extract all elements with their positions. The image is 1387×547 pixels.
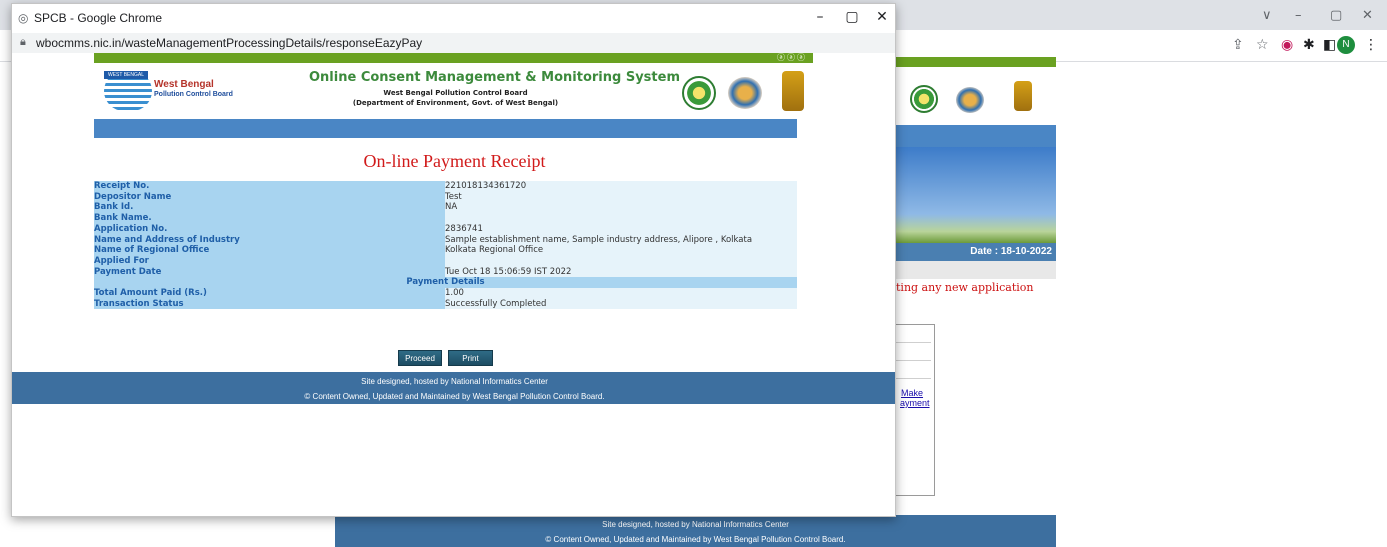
row-label: Receipt No. (94, 181, 445, 192)
puzzle-icon[interactable]: ✱ (1303, 37, 1315, 53)
row-value: 1.00 (445, 288, 797, 299)
popup-url-text[interactable]: wbocmms.nic.in/wasteManagementProcessing… (36, 36, 422, 50)
restore-button[interactable]: ▢ (1330, 8, 1342, 23)
menu-icon[interactable]: ⋮ (1364, 37, 1378, 53)
table-row: Receipt No. 221018134361720 (94, 181, 797, 192)
row-value: NA (445, 202, 797, 214)
footer-line-2: © Content Owned, Updated and Maintained … (545, 535, 846, 544)
national-emblem-icon (782, 71, 804, 111)
table-row: Transaction Status Successfully Completed (94, 298, 797, 310)
proceed-button[interactable]: Proceed (398, 350, 442, 366)
tab-search-chevron-icon[interactable]: ∨ (1262, 8, 1272, 23)
popup-restore-button[interactable]: ▢ (844, 9, 860, 25)
background-gray-bar (896, 261, 1056, 279)
row-label: Total Amount Paid (Rs.) (94, 288, 445, 299)
popup-footer: Site designed, hosted by National Inform… (12, 372, 895, 404)
desktop: ∨ – ▢ ✕ ⇪ ☆ ◉ ✱ ◧ N ⋮ Date : 18-10-2022 … (0, 0, 1387, 547)
row-label: Name and Address of Industry (94, 234, 445, 246)
row-value: Tue Oct 18 15:06:59 IST 2022 (445, 266, 797, 278)
table-row (896, 361, 931, 379)
receipt-table: Receipt No. 221018134361720 Depositor Nam… (94, 181, 797, 310)
row-label: Name of Regional Office (94, 245, 445, 256)
header-blue-bar (94, 119, 797, 138)
header-green-stripe: ⓐⓐⓐ (94, 53, 813, 63)
row-label: Application No. (94, 223, 445, 235)
footer-line-1: Site designed, hosted by National Inform… (361, 377, 548, 386)
background-header-stripe (896, 57, 1056, 67)
row-label: Transaction Status (94, 298, 445, 310)
section-heading-row: Payment Details (94, 277, 797, 289)
accessibility-icons[interactable]: ⓐⓐⓐ (777, 52, 807, 63)
system-title: Online Consent Management & Monitoring S… (309, 70, 681, 85)
table-row: Depositor Name Test (94, 191, 797, 203)
row-value (445, 213, 797, 224)
table-row: Applied For (94, 255, 797, 267)
popup-window: ◎ SPCB - Google Chrome – ▢ ✕ 🔒︎ wbocmms.… (11, 3, 896, 517)
row-label: Payment Date (94, 266, 445, 278)
row-label: Depositor Name (94, 191, 445, 203)
background-footer: Site designed, hosted by National Inform… (335, 515, 1056, 547)
star-icon[interactable]: ☆ (1256, 37, 1269, 53)
popup-address-bar[interactable]: 🔒︎ wbocmms.nic.in/wasteManagementProcess… (12, 33, 895, 53)
popup-window-title: SPCB - Google Chrome (34, 11, 163, 25)
make-payment-link-line1[interactable]: Make (900, 388, 930, 398)
row-value: 2836741 (445, 223, 797, 235)
row-value: Test (445, 191, 797, 203)
sidebar-icon[interactable]: ◧ (1323, 37, 1336, 53)
payment-details-heading: Payment Details (94, 277, 797, 289)
table-row: Bank Name. (94, 213, 797, 224)
print-button[interactable]: Print (448, 350, 493, 366)
table-row: Application No. 2836741 (94, 223, 797, 235)
share-icon[interactable]: ⇪ (1232, 37, 1244, 53)
background-header-emblems (896, 67, 1056, 125)
minimize-button[interactable]: – (1295, 8, 1302, 23)
biswa-bangla-logo-icon (682, 76, 716, 110)
row-value: 221018134361720 (445, 181, 797, 192)
logo-tag: WEST BENGAL (104, 71, 148, 79)
row-label: Applied For (94, 255, 445, 267)
table-row (896, 325, 931, 343)
globe-icon: ◎ (18, 11, 29, 25)
background-table-box (896, 324, 935, 496)
extension-icon[interactable]: ◉ (1281, 37, 1293, 53)
notice-text: ting any new application (896, 281, 1034, 294)
lock-icon[interactable]: 🔒︎ (20, 35, 26, 49)
row-value: Successfully Completed (445, 298, 797, 310)
table-row: Name and Address of Industry Sample estab… (94, 234, 797, 246)
row-value: Kolkata Regional Office (445, 245, 797, 256)
receipt-title: On-line Payment Receipt (363, 151, 546, 171)
row-label: Bank Name. (94, 213, 445, 224)
biswa-bangla-logo-icon (910, 85, 938, 113)
table-row: Name of Regional Office Kolkata Regional … (94, 245, 797, 256)
popup-titlebar: ◎ SPCB - Google Chrome – ▢ ✕ (12, 4, 895, 33)
row-value: Sample establishment name, Sample indust… (445, 234, 797, 246)
receipt-page: ⓐⓐⓐ WEST BENGAL West Bengal Pollution Co… (12, 53, 895, 516)
row-label: Bank Id. (94, 202, 445, 214)
footer-line-2: © Content Owned, Updated and Maintained … (304, 392, 605, 401)
popup-minimize-button[interactable]: – (812, 9, 828, 25)
date-label: Date : 18-10-2022 (896, 243, 1056, 261)
table-row: Total Amount Paid (Rs.) 1.00 (94, 288, 797, 299)
background-banner-image (896, 147, 1056, 243)
table-row (896, 343, 931, 361)
system-subtitle-2-text: (Department of Environment, Govt. of Wes… (352, 99, 559, 107)
system-subtitle-1-text: West Bengal Pollution Control Board (383, 89, 528, 97)
background-nav-bar (896, 125, 1056, 147)
national-emblem-icon (1014, 81, 1032, 111)
footer-line-1: Site designed, hosted by National Inform… (602, 520, 789, 529)
site-header: WEST BENGAL West Bengal Pollution Contro… (94, 63, 813, 118)
close-button[interactable]: ✕ (1362, 8, 1373, 23)
profile-avatar[interactable]: N (1337, 36, 1355, 54)
popup-close-button[interactable]: ✕ (874, 9, 890, 25)
make-payment-link-line2[interactable]: ayment (900, 398, 930, 408)
row-value (445, 255, 797, 267)
table-row: Payment Date Tue Oct 18 15:06:59 IST 2022 (94, 266, 797, 278)
state-seal-icon (956, 87, 984, 113)
make-payment-link[interactable]: Make ayment (900, 388, 930, 408)
state-seal-icon (728, 77, 762, 109)
table-row: Bank Id. NA (94, 202, 797, 214)
